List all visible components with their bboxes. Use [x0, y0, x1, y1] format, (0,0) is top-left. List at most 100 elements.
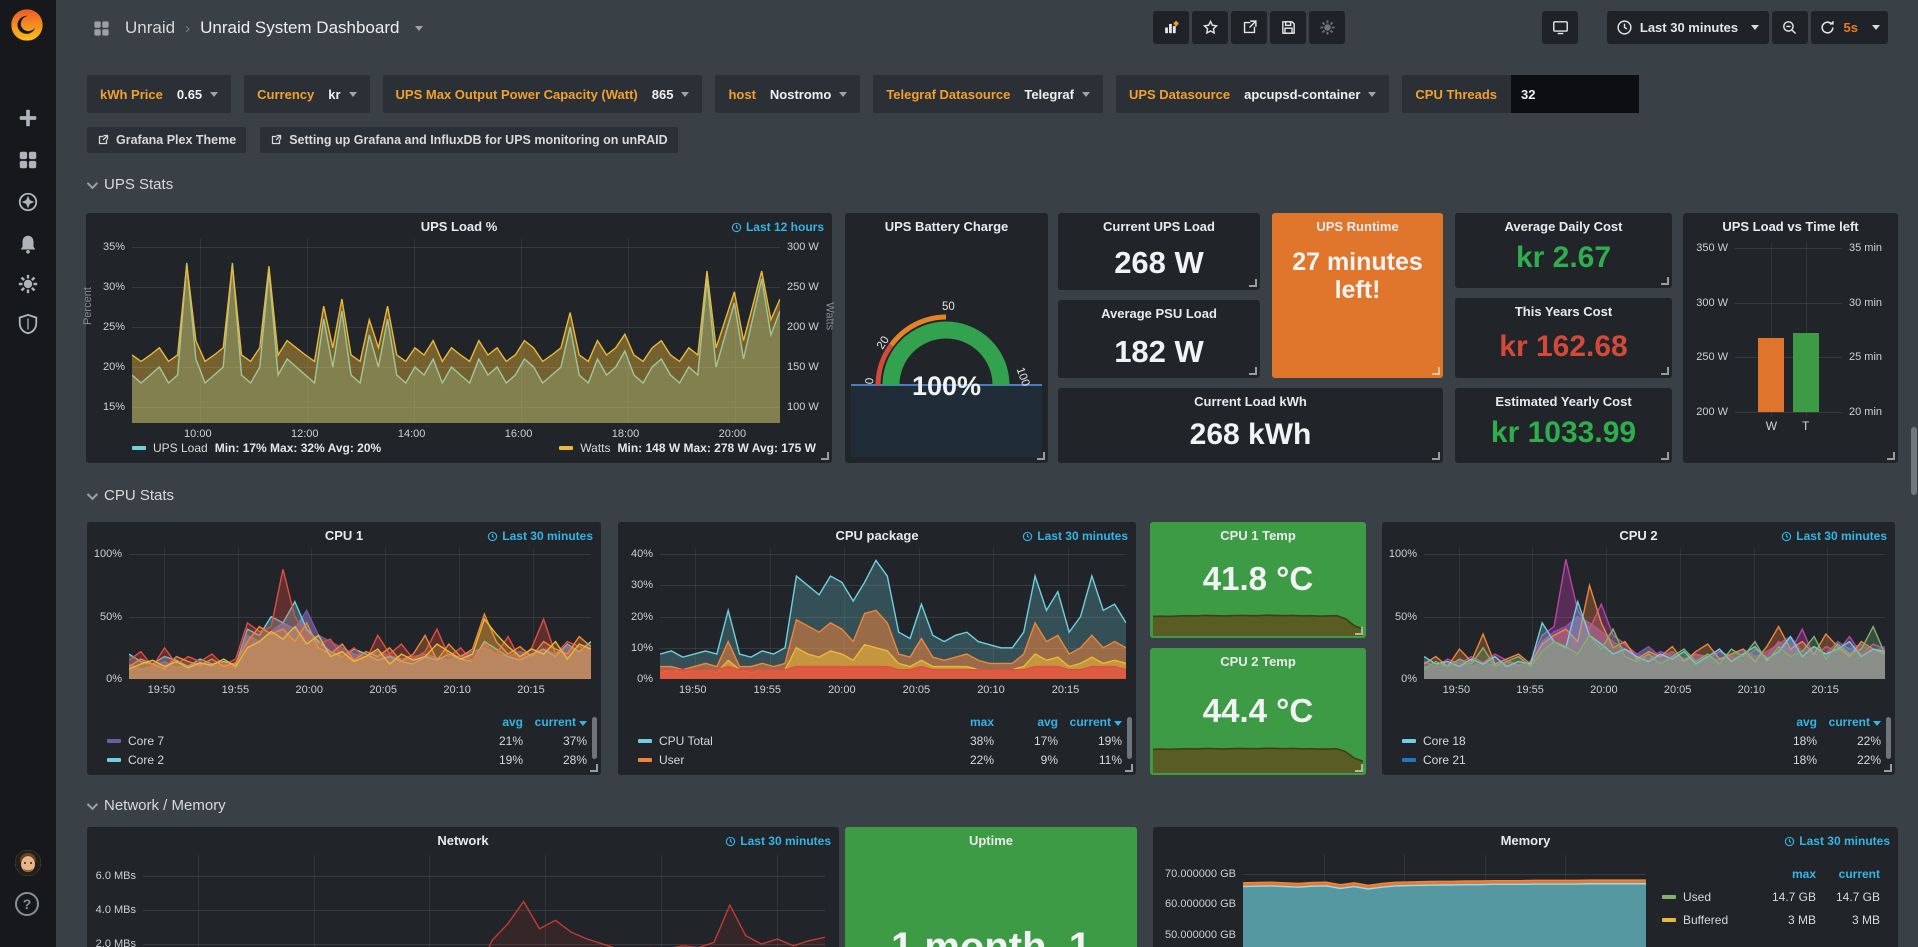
- legend-header-avg[interactable]: avg: [994, 715, 1058, 729]
- panel-time-override[interactable]: Last 30 minutes: [1022, 529, 1128, 543]
- star-button[interactable]: [1192, 11, 1228, 44]
- legend-series-name[interactable]: Watts: [580, 441, 610, 455]
- panel-time-override[interactable]: Last 30 minutes: [725, 834, 831, 848]
- variable-label: UPS Datasource: [1129, 87, 1230, 102]
- configuration-gear-icon[interactable]: [14, 270, 42, 298]
- legend-series-name[interactable]: UPS Load: [153, 441, 208, 455]
- panel-title[interactable]: Uptime: [845, 833, 1137, 848]
- breadcrumb-dashboard-title[interactable]: Unraid System Dashboard: [200, 18, 399, 38]
- variable-value[interactable]: apcupsd-container: [1244, 87, 1376, 102]
- legend-header-current[interactable]: current: [1816, 867, 1880, 881]
- panel-title[interactable]: UPS Runtime: [1272, 219, 1443, 234]
- panel-title[interactable]: Current Load kWh: [1058, 394, 1443, 409]
- dashboard-link[interactable]: Setting up Grafana and InfluxDB for UPS …: [260, 127, 677, 153]
- panel-time-override[interactable]: Last 30 minutes: [487, 529, 593, 543]
- panel-time-override[interactable]: Last 12 hours: [731, 220, 824, 234]
- legend-header-max[interactable]: max: [930, 715, 994, 729]
- variable-label: host: [728, 87, 755, 102]
- legend-scrollbar[interactable]: [1886, 717, 1891, 759]
- panel-title[interactable]: UPS Load vs Time left: [1683, 219, 1898, 234]
- variable-input[interactable]: [1511, 75, 1639, 113]
- panel-cpu-package: CPU package Last 30 minutes 40%30%20%10%…: [618, 522, 1136, 775]
- panel-title[interactable]: Estimated Yearly Cost: [1455, 394, 1672, 409]
- panel-title[interactable]: CPU 2 Temp: [1150, 654, 1366, 669]
- breadcrumb-caret-icon[interactable]: [415, 26, 423, 31]
- refresh-caret-icon[interactable]: [1872, 25, 1880, 30]
- panel-time-override[interactable]: Last 30 minutes: [1784, 834, 1890, 848]
- variable-currency[interactable]: Currencykr: [244, 75, 369, 113]
- legend-series-name[interactable]: Used: [1662, 890, 1752, 904]
- chart-plot-area[interactable]: [660, 548, 1126, 679]
- panel-title[interactable]: UPS Battery Charge: [845, 219, 1048, 234]
- legend-header-current[interactable]: current: [523, 715, 587, 729]
- legend-color-dash: [107, 758, 121, 762]
- legend-series-name[interactable]: Core 2: [107, 753, 459, 767]
- variable-ups-datasource[interactable]: UPS Datasource apcupsd-container: [1116, 75, 1389, 113]
- panel-title[interactable]: CPU 1 Temp: [1150, 528, 1366, 543]
- legend-color-dash: [638, 739, 652, 743]
- tv-mode-button[interactable]: [1542, 11, 1578, 44]
- x-tick: 20:05: [903, 684, 931, 696]
- variable-value[interactable]: 0.65: [177, 87, 218, 102]
- legend-series-name[interactable]: Buffered: [1662, 913, 1752, 927]
- variable-telegraf-datasource[interactable]: Telegraf DatasourceTelegraf: [873, 75, 1103, 113]
- variable-value[interactable]: kr: [328, 87, 356, 102]
- variable-kwh-price[interactable]: kWh Price0.65: [87, 75, 231, 113]
- page-scrollbar[interactable]: [1911, 427, 1917, 495]
- panel-title[interactable]: Current UPS Load: [1058, 219, 1260, 234]
- variable-host[interactable]: host Nostromo: [715, 75, 860, 113]
- chevron-down-icon: [87, 177, 98, 188]
- legend-series-name[interactable]: Core 21: [1402, 753, 1753, 767]
- chart-plot-area[interactable]: [1424, 548, 1885, 679]
- grafana-logo-icon[interactable]: [10, 8, 44, 42]
- breadcrumb-folder[interactable]: Unraid: [125, 18, 175, 38]
- legend-series-name[interactable]: CPU Total: [638, 734, 930, 748]
- panel-title[interactable]: UPS Load %: [86, 219, 832, 234]
- legend-color-dash: [132, 446, 146, 450]
- chart-plot-area[interactable]: [1735, 243, 1842, 417]
- dashboard-link[interactable]: Grafana Plex Theme: [87, 127, 246, 153]
- section-cpu-stats[interactable]: CPU Stats: [87, 487, 174, 504]
- refresh-button[interactable]: 5s: [1811, 11, 1888, 44]
- legend-scrollbar[interactable]: [1127, 717, 1132, 759]
- save-button[interactable]: [1270, 11, 1306, 44]
- legend-scrollbar[interactable]: [592, 717, 597, 759]
- legend-series-name[interactable]: Core 7: [107, 734, 459, 748]
- variable-value[interactable]: Telegraf: [1024, 87, 1090, 102]
- explore-compass-icon[interactable]: [14, 188, 42, 216]
- legend-header-current[interactable]: current: [1058, 715, 1122, 729]
- variable-value[interactable]: Nostromo: [770, 87, 847, 102]
- section-ups-stats[interactable]: UPS Stats: [87, 176, 173, 193]
- zoom-out-button[interactable]: [1772, 11, 1808, 44]
- variable-cpu-threads[interactable]: CPU Threads: [1402, 75, 1639, 113]
- alerting-bell-icon[interactable]: [14, 230, 42, 258]
- legend-series-name[interactable]: Core 18: [1402, 734, 1753, 748]
- chart-plot-area[interactable]: [143, 855, 825, 947]
- variable-value[interactable]: 865: [652, 87, 690, 102]
- legend-series-name[interactable]: User: [638, 753, 930, 767]
- legend-header-current[interactable]: current: [1817, 715, 1881, 729]
- dashboards-icon[interactable]: [14, 146, 42, 174]
- time-range-picker[interactable]: Last 30 minutes: [1607, 11, 1769, 44]
- panel-title[interactable]: Average Daily Cost: [1455, 219, 1672, 234]
- chart-plot-area[interactable]: [129, 548, 591, 679]
- legend-header-max[interactable]: max: [1752, 867, 1816, 881]
- y-tick-right: 150 W: [787, 361, 819, 373]
- help-icon[interactable]: ?: [15, 892, 39, 916]
- refresh-interval-label[interactable]: 5s: [1844, 20, 1858, 35]
- legend-header-avg[interactable]: avg: [1753, 715, 1817, 729]
- server-admin-shield-icon[interactable]: [14, 310, 42, 338]
- add-panel-button[interactable]: [1153, 11, 1189, 44]
- legend-header-avg[interactable]: avg: [459, 715, 523, 729]
- chart-plot-area[interactable]: [1243, 855, 1646, 947]
- variable-ups-max-output-power-capacity-watt-[interactable]: UPS Max Output Power Capacity (Watt)865: [383, 75, 703, 113]
- create-plus-icon[interactable]: [14, 104, 42, 132]
- panel-time-override[interactable]: Last 30 minutes: [1781, 529, 1887, 543]
- chart-plot-area[interactable]: [132, 239, 780, 423]
- avatar[interactable]: [15, 850, 41, 876]
- panel-title[interactable]: This Years Cost: [1455, 304, 1672, 319]
- share-button[interactable]: [1231, 11, 1267, 44]
- dashboard-settings-button[interactable]: [1309, 11, 1345, 44]
- section-network-memory[interactable]: Network / Memory: [87, 797, 226, 814]
- panel-title[interactable]: Average PSU Load: [1058, 306, 1260, 321]
